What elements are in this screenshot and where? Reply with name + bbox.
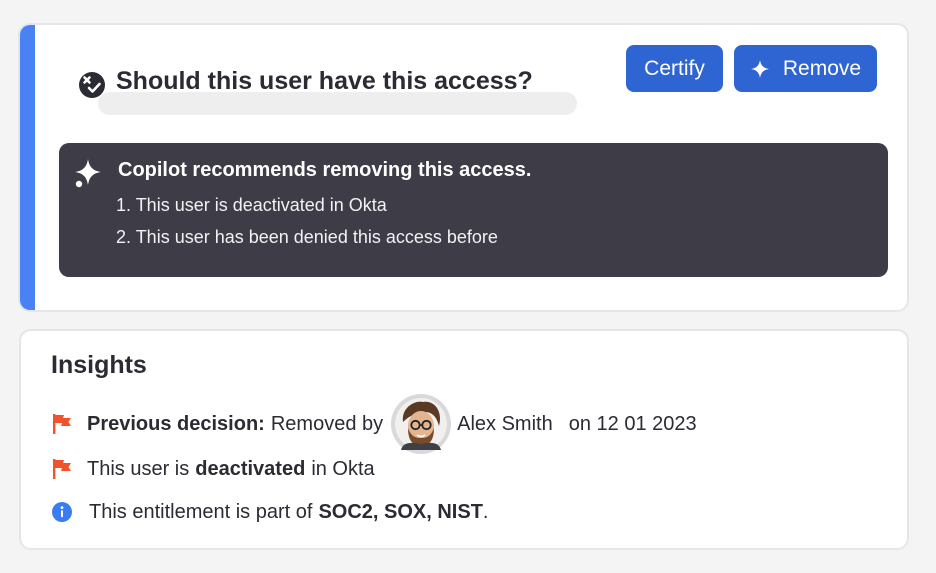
- flag-icon: [53, 459, 71, 479]
- remove-button-label: Remove: [782, 56, 862, 80]
- recommendation-reason: 1. This user is deactivated in Okta: [116, 195, 387, 215]
- status-emphasis: deactivated: [195, 457, 306, 480]
- compliance-frameworks: SOC2, SOX, NIST: [318, 500, 483, 523]
- decision-date: on 12 01 2023: [568, 412, 697, 435]
- status-prefix: This user is: [87, 457, 190, 480]
- recommendation-title: Copilot recommends removing this access.: [118, 159, 532, 181]
- insight-user-status: This user is deactivated in Okta: [51, 453, 375, 485]
- flag-icon: [53, 414, 71, 434]
- insights-card: Insights Previous decision: Removed by A…: [19, 329, 909, 550]
- sparkle-icon: [750, 59, 769, 78]
- loading-placeholder: [98, 92, 577, 115]
- avatar: [391, 394, 452, 454]
- previous-decision-text: Removed by: [270, 412, 384, 435]
- sparkle-icon: [75, 159, 101, 188]
- insight-compliance: This entitlement is part of SOC2, SOX, N…: [51, 497, 488, 527]
- compliance-suffix: .: [482, 500, 489, 523]
- user-name-link[interactable]: Alex Smith: [457, 413, 553, 436]
- status-suffix: in Okta: [311, 457, 375, 480]
- access-review-card: Should this user have this access? Certi…: [18, 23, 909, 312]
- insight-previous-decision: Previous decision: Removed by Alex Smith…: [51, 391, 697, 457]
- previous-decision-label: Previous decision:: [87, 412, 265, 435]
- compliance-prefix: This entitlement is part of: [89, 500, 313, 523]
- copilot-recommendation: Copilot recommends removing this access.…: [59, 143, 888, 277]
- certify-button[interactable]: Certify: [626, 45, 723, 92]
- certify-button-label: Certify: [644, 56, 705, 80]
- recommendation-reason: 2. This user has been denied this access…: [116, 227, 498, 247]
- remove-button[interactable]: Remove: [734, 45, 877, 92]
- avatar-portrait: [395, 398, 448, 450]
- accent-bar: [20, 25, 35, 310]
- insights-title: Insights: [51, 351, 147, 379]
- info-icon: [52, 502, 72, 522]
